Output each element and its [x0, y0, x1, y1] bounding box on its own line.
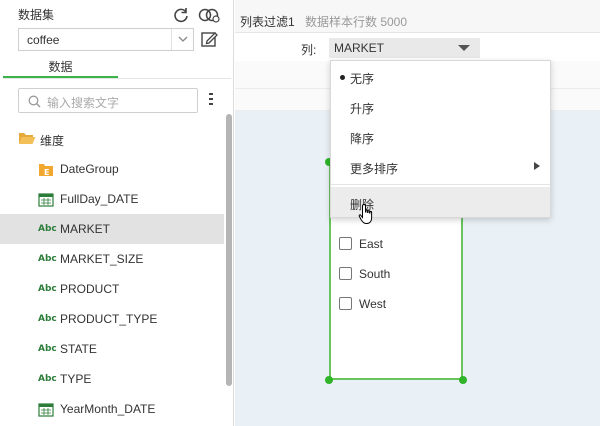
caret-down-icon[interactable] [458, 45, 470, 51]
menu-item-descending[interactable]: 降序 [331, 121, 550, 151]
field-label: PRODUCT [60, 282, 120, 296]
submenu-arrow-icon [534, 162, 540, 170]
search-placeholder: 输入搜索文字 [47, 96, 120, 110]
option-label: South [359, 267, 391, 281]
refresh-icon[interactable] [172, 6, 190, 24]
abc-icon: Abc [38, 284, 57, 294]
abc-icon: Abc [38, 374, 57, 384]
field-label: MARKET [60, 222, 111, 236]
calendar-icon [38, 193, 54, 207]
svg-text:E: E [44, 168, 49, 177]
menu-item-ascending[interactable]: 升序 [331, 91, 550, 121]
menu-item-label: 无序 [350, 72, 375, 86]
abc-icon: Abc [38, 224, 57, 234]
link-dataset-icon[interactable] [198, 6, 220, 24]
option-label: East [359, 237, 384, 251]
abc-icon: Abc [38, 344, 57, 354]
sort-menu: 无序 升序 降序 更多排序 删除 [330, 60, 551, 218]
checkbox[interactable] [339, 267, 352, 280]
field-label: YearMonth_DATE [60, 402, 156, 416]
menu-item-label: 更多排序 [350, 162, 399, 176]
data-panel: 数据集 coffee 数据 输入搜索文字 维度 E DateGroup Full… [0, 0, 234, 426]
tree-root-label: 维度 [40, 134, 65, 148]
filter-name: 列表过滤1 [240, 15, 295, 29]
field-label: STATE [60, 342, 97, 356]
field-label: PRODUCT_TYPE [60, 312, 158, 326]
sample-count: 数据样本行数 5000 [305, 15, 408, 29]
field-label: TYPE [60, 372, 92, 386]
column-label: 列: [301, 43, 317, 57]
field-label: FullDay_DATE [60, 192, 139, 206]
column-select-value: MARKET [334, 41, 385, 55]
field-dategroup[interactable]: E DateGroup [0, 154, 224, 184]
field-market[interactable]: Abc MARKET [0, 214, 224, 244]
field-type[interactable]: Abc TYPE [0, 364, 224, 394]
resize-handle-bottom-right[interactable] [459, 376, 467, 384]
abc-icon: Abc [38, 314, 57, 324]
option-label: West [359, 297, 387, 311]
edit-icon[interactable] [200, 30, 218, 48]
dataset-select[interactable]: coffee [18, 28, 194, 51]
folder-open-icon [19, 133, 36, 144]
menu-item-more-sort[interactable]: 更多排序 [331, 151, 550, 181]
checkbox[interactable] [339, 237, 352, 250]
field-fullday-date[interactable]: FullDay_DATE [0, 184, 224, 214]
menu-item-unsorted[interactable]: 无序 [331, 61, 550, 91]
filter-editor: 列表过滤1 数据样本行数 5000 列: MARKET East South W… [235, 0, 600, 426]
column-row: 列: MARKET [235, 33, 600, 61]
field-yearmonth-date[interactable]: YearMonth_DATE [0, 394, 224, 424]
column-select[interactable]: MARKET [329, 38, 480, 58]
filter-header: 列表过滤1 数据样本行数 5000 [235, 0, 600, 33]
checkbox[interactable] [339, 297, 352, 310]
field-label: DateGroup [60, 162, 119, 176]
field-product-type[interactable]: Abc PRODUCT_TYPE [0, 304, 224, 334]
abc-icon: Abc [38, 254, 57, 264]
search-icon [28, 95, 41, 108]
search-input[interactable]: 输入搜索文字 [18, 88, 198, 113]
tab-data[interactable]: 数据 [3, 58, 118, 78]
dataset-select-value: coffee [27, 33, 60, 47]
dataset-label: 数据集 [18, 8, 55, 22]
field-state[interactable]: Abc STATE [0, 334, 224, 364]
chevron-down-icon[interactable] [171, 29, 193, 50]
field-list-scrollbar[interactable] [226, 114, 232, 386]
calendar-icon [38, 403, 54, 417]
selected-dot-icon [340, 75, 345, 80]
field-label: MARKET_SIZE [60, 252, 144, 266]
menu-separator [331, 184, 550, 185]
date-group-icon: E [39, 164, 53, 177]
menu-item-label: 升序 [350, 102, 375, 116]
tab-divider [3, 78, 231, 79]
resize-handle-bottom-left[interactable] [325, 376, 333, 384]
more-vertical-icon[interactable] [208, 93, 214, 107]
menu-item-label: 降序 [350, 132, 375, 146]
field-product[interactable]: Abc PRODUCT [0, 274, 224, 304]
hand-cursor-icon [358, 203, 373, 224]
field-market-size[interactable]: Abc MARKET_SIZE [0, 244, 224, 274]
